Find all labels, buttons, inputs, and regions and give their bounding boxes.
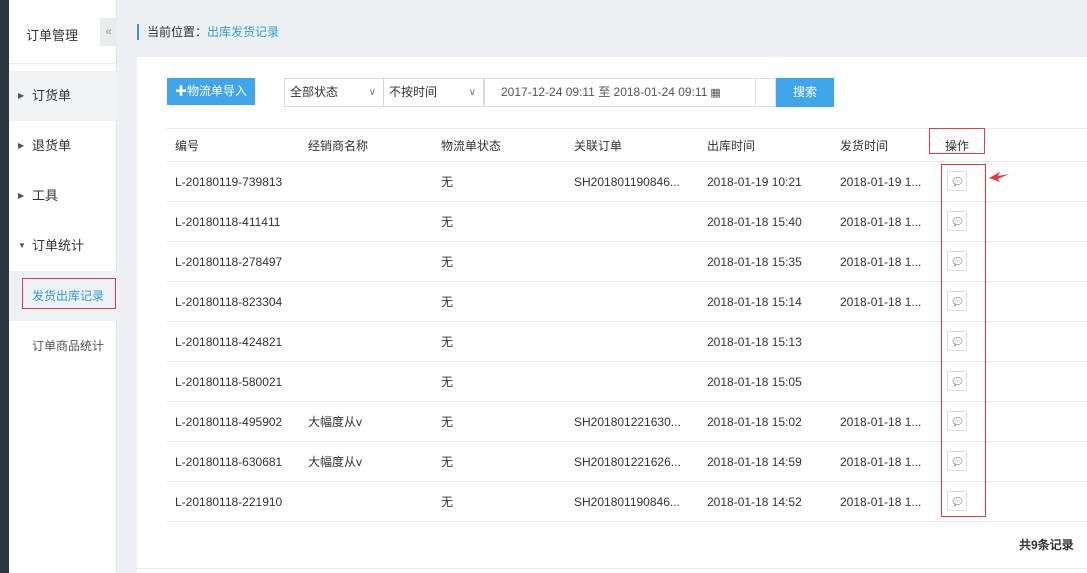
sidebar-subitem-shipment-records[interactable]: 发货出库记录 (9, 271, 117, 321)
cell-ship-time: 2018-01-18 1... (840, 255, 922, 269)
sidebar-item-label: 订货单 (32, 88, 72, 103)
column-header-dealer: 经销商名称 (308, 139, 369, 153)
caret-right-icon: ▶ (18, 141, 25, 150)
date-range-input[interactable]: 2017-12-24 09:11 至 2018-01-24 09:11 ▦ (484, 78, 756, 107)
sidebar-header: 订单管理 « (9, 0, 117, 64)
cell-status: 无 (441, 375, 454, 389)
sidebar-subitem-label: 订单商品统计 (32, 339, 105, 353)
cell-id: L-20180119-739813 (175, 175, 283, 189)
cell-id: L-20180118-424821 (175, 335, 283, 349)
breadcrumb-current-link[interactable]: 出库发货记录 (207, 25, 279, 39)
cell-status: 无 (441, 335, 454, 349)
cell-ship-time: 2018-01-19 1... (840, 175, 922, 189)
arrow-pointer-icon (989, 172, 1009, 182)
sidebar-item-label: 工具 (32, 188, 59, 203)
highlight-box (22, 278, 116, 309)
cell-ship-time: 2018-01-18 1... (840, 455, 922, 469)
cell-ship-time: 2018-01-18 1... (840, 415, 922, 429)
sidebar-menu: ▶ 订货单 ▶ 退货单 ▶ 工具 ▼ 订单统计 发货出库记录 订单商品统计 (9, 71, 117, 371)
cell-outbound-time: 2018-01-18 15:02 (707, 415, 802, 429)
sidebar-item-tools[interactable]: ▶ 工具 (9, 171, 117, 221)
cell-id: L-20180118-278497 (175, 255, 283, 269)
cell-status: 无 (441, 215, 454, 229)
sidebar-item-label: 退货单 (32, 138, 72, 153)
caret-right-icon: ▶ (18, 191, 25, 200)
app-side-strip (0, 0, 9, 573)
cell-order: SH201801190846... (574, 175, 680, 189)
sidebar-title: 订单管理 (26, 28, 79, 43)
cell-outbound-time: 2018-01-18 15:40 (707, 215, 802, 229)
cell-ship-time: 2018-01-18 1... (840, 215, 922, 229)
calendar-icon: ▦ (710, 87, 721, 99)
breadcrumb: 当前位置：出库发货记录 (137, 24, 279, 40)
cell-status: 无 (441, 255, 454, 269)
column-header-outbound-time: 出库时间 (707, 139, 756, 153)
chevron-down-icon: ∨ (368, 87, 376, 98)
time-select-value: 不按时间 (389, 85, 438, 99)
sidebar-item-label: 订单统计 (32, 238, 85, 253)
cell-outbound-time: 2018-01-18 14:59 (707, 455, 802, 469)
column-header-ship-time: 发货时间 (840, 139, 889, 153)
status-select[interactable]: 全部状态 ∨ (284, 78, 384, 107)
sidebar-item-order[interactable]: ▶ 订货单 (9, 71, 117, 121)
cell-status: 无 (441, 415, 454, 429)
collapse-sidebar-button[interactable]: « (100, 18, 117, 46)
sidebar-subitem-product-stats[interactable]: 订单商品统计 (9, 321, 117, 371)
sidebar-item-return[interactable]: ▶ 退货单 (9, 121, 117, 171)
column-header-id: 编号 (175, 139, 200, 153)
cell-outbound-time: 2018-01-18 14:52 (707, 495, 802, 509)
cell-dealer: 大幅度从v (308, 415, 363, 429)
search-button[interactable]: 搜索 (776, 78, 834, 107)
highlight-box-header (929, 128, 985, 154)
column-header-status: 物流单状态 (441, 139, 502, 153)
cell-status: 无 (441, 175, 454, 189)
caret-right-icon: ▶ (18, 91, 25, 100)
total-count: 共9条记录 (1019, 538, 1074, 552)
cell-outbound-time: 2018-01-18 15:05 (707, 375, 802, 389)
cell-ship-time: 2018-01-18 1... (840, 495, 922, 509)
cell-outbound-time: 2018-01-18 15:35 (707, 255, 802, 269)
sidebar: 订单管理 « ▶ 订货单 ▶ 退货单 ▶ 工具 ▼ 订单统计 发货出库记录 订单… (9, 0, 117, 573)
time-select[interactable]: 不按时间 ∨ (383, 78, 484, 107)
cell-status: 无 (441, 295, 454, 309)
cell-outbound-time: 2018-01-19 10:21 (707, 175, 802, 189)
cell-order: SH201801221626... (574, 455, 681, 469)
column-header-order: 关联订单 (574, 139, 623, 153)
cell-status: 无 (441, 495, 454, 509)
date-range-addon (756, 78, 776, 107)
cell-dealer: 大幅度从v (308, 455, 363, 469)
divider (137, 568, 1087, 569)
cell-order: SH201801190846... (574, 495, 680, 509)
cell-id: L-20180118-411411 (175, 215, 281, 229)
cell-outbound-time: 2018-01-18 15:14 (707, 295, 802, 309)
date-range-value: 2017-12-24 09:11 至 2018-01-24 09:11 (501, 85, 708, 99)
caret-down-icon: ▼ (18, 241, 26, 250)
highlight-box-action-column (941, 164, 986, 517)
chevron-down-icon: ∨ (468, 87, 476, 98)
sidebar-item-order-stats[interactable]: ▼ 订单统计 (9, 221, 117, 271)
breadcrumb-label: 当前位置： (147, 25, 208, 39)
cell-order: SH201801221630... (574, 415, 681, 429)
import-logistics-button[interactable]: ✚物流单导入 (167, 78, 255, 105)
cell-id: L-20180118-823304 (175, 295, 283, 309)
cell-id: L-20180118-630681 (175, 455, 283, 469)
cell-id: L-20180118-221910 (175, 495, 283, 509)
cell-ship-time: 2018-01-18 1... (840, 295, 922, 309)
status-select-value: 全部状态 (290, 85, 339, 99)
cell-id: L-20180118-580021 (175, 375, 283, 389)
cell-id: L-20180118-495902 (175, 415, 283, 429)
cell-outbound-time: 2018-01-18 15:13 (707, 335, 802, 349)
cell-status: 无 (441, 455, 454, 469)
